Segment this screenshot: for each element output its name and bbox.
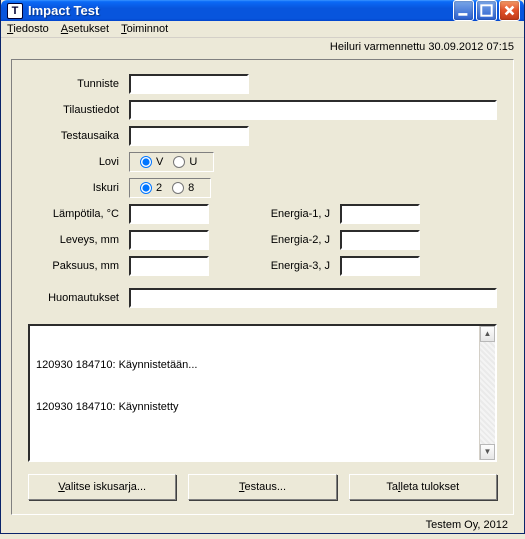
label-huomautukset: Huomautukset — [28, 292, 123, 304]
app-icon: T — [7, 3, 23, 19]
menu-settings[interactable]: Asetukset — [61, 23, 109, 35]
menu-file[interactable]: Tiedosto — [7, 23, 49, 35]
menu-actions[interactable]: Toiminnot — [121, 23, 168, 35]
log-line: 120930 184710: Käynnistetty — [36, 400, 475, 414]
app-window: T Impact Test Tiedosto Asetukset Toiminn… — [0, 0, 525, 534]
iskuri-label-2: 2 — [156, 182, 162, 194]
energia2-field[interactable] — [340, 230, 420, 250]
label-testausaika: Testausaika — [28, 130, 123, 142]
scroll-up-button[interactable]: ▲ — [480, 326, 495, 342]
scrollbar[interactable]: ▲ ▼ — [479, 326, 495, 460]
log-box: 120930 184710: Käynnistetään... 120930 1… — [28, 324, 497, 462]
valitse-iskusarja-button[interactable]: Valitse iskusarja... — [28, 474, 176, 500]
label-lovi: Lovi — [28, 156, 123, 168]
lovi-radio-v[interactable] — [140, 156, 152, 168]
energia1-field[interactable] — [340, 204, 420, 224]
client-area: Tunniste Tilaustiedot Testausaika Lovi V — [1, 53, 524, 539]
menubar: Tiedosto Asetukset Toiminnot — [1, 21, 524, 38]
log-line: 120930 184710: Käynnistetään... — [36, 358, 475, 372]
label-leveys: Leveys, mm — [28, 234, 123, 246]
scroll-down-button[interactable]: ▼ — [480, 444, 495, 460]
label-iskuri: Iskuri — [28, 182, 123, 194]
label-tunniste: Tunniste — [28, 78, 123, 90]
lovi-radio-u[interactable] — [173, 156, 185, 168]
tunniste-field[interactable] — [129, 74, 249, 94]
leveys-field[interactable] — [129, 230, 209, 250]
iskuri-option-2[interactable]: 2 — [140, 182, 162, 194]
titlebar: T Impact Test — [1, 0, 524, 21]
talleta-button[interactable]: Talleta tulokset — [349, 474, 497, 500]
iskuri-label-8: 8 — [188, 182, 194, 194]
window-buttons — [453, 0, 520, 21]
iskuri-group: 2 8 — [129, 178, 211, 198]
label-energia3: Energia-3, J — [249, 260, 334, 272]
huomautukset-field[interactable] — [129, 288, 497, 308]
lovi-option-u[interactable]: U — [173, 156, 197, 168]
lovi-group: V U — [129, 152, 214, 172]
testaus-button[interactable]: Testaus... — [188, 474, 336, 500]
status-line: Heiluri varmennettu 30.09.2012 07:15 — [1, 38, 524, 53]
iskuri-radio-2[interactable] — [140, 182, 152, 194]
lampotila-field[interactable] — [129, 204, 209, 224]
maximize-button[interactable] — [476, 0, 497, 21]
iskuri-radio-8[interactable] — [172, 182, 184, 194]
energia3-field[interactable] — [340, 256, 420, 276]
tilaustiedot-field[interactable] — [129, 100, 497, 120]
testausaika-field[interactable] — [129, 126, 249, 146]
label-energia2: Energia-2, J — [249, 234, 334, 246]
label-energia1: Energia-1, J — [249, 208, 334, 220]
lovi-option-v[interactable]: V — [140, 156, 163, 168]
iskuri-option-8[interactable]: 8 — [172, 182, 194, 194]
label-tilaustiedot: Tilaustiedot — [28, 104, 123, 116]
close-button[interactable] — [499, 0, 520, 21]
minimize-button[interactable] — [453, 0, 474, 21]
scroll-track[interactable] — [480, 342, 495, 444]
label-lampotila: Lämpötila, °C — [28, 208, 123, 220]
window-title: Impact Test — [28, 3, 453, 18]
lovi-label-v: V — [156, 156, 163, 168]
main-panel: Tunniste Tilaustiedot Testausaika Lovi V — [11, 59, 514, 515]
footer-text: Testem Oy, 2012 — [11, 515, 514, 531]
button-row: Valitse iskusarja... Testaus... Talleta … — [28, 474, 497, 500]
label-paksuus: Paksuus, mm — [28, 260, 123, 272]
paksuus-field[interactable] — [129, 256, 209, 276]
lovi-label-u: U — [189, 156, 197, 168]
